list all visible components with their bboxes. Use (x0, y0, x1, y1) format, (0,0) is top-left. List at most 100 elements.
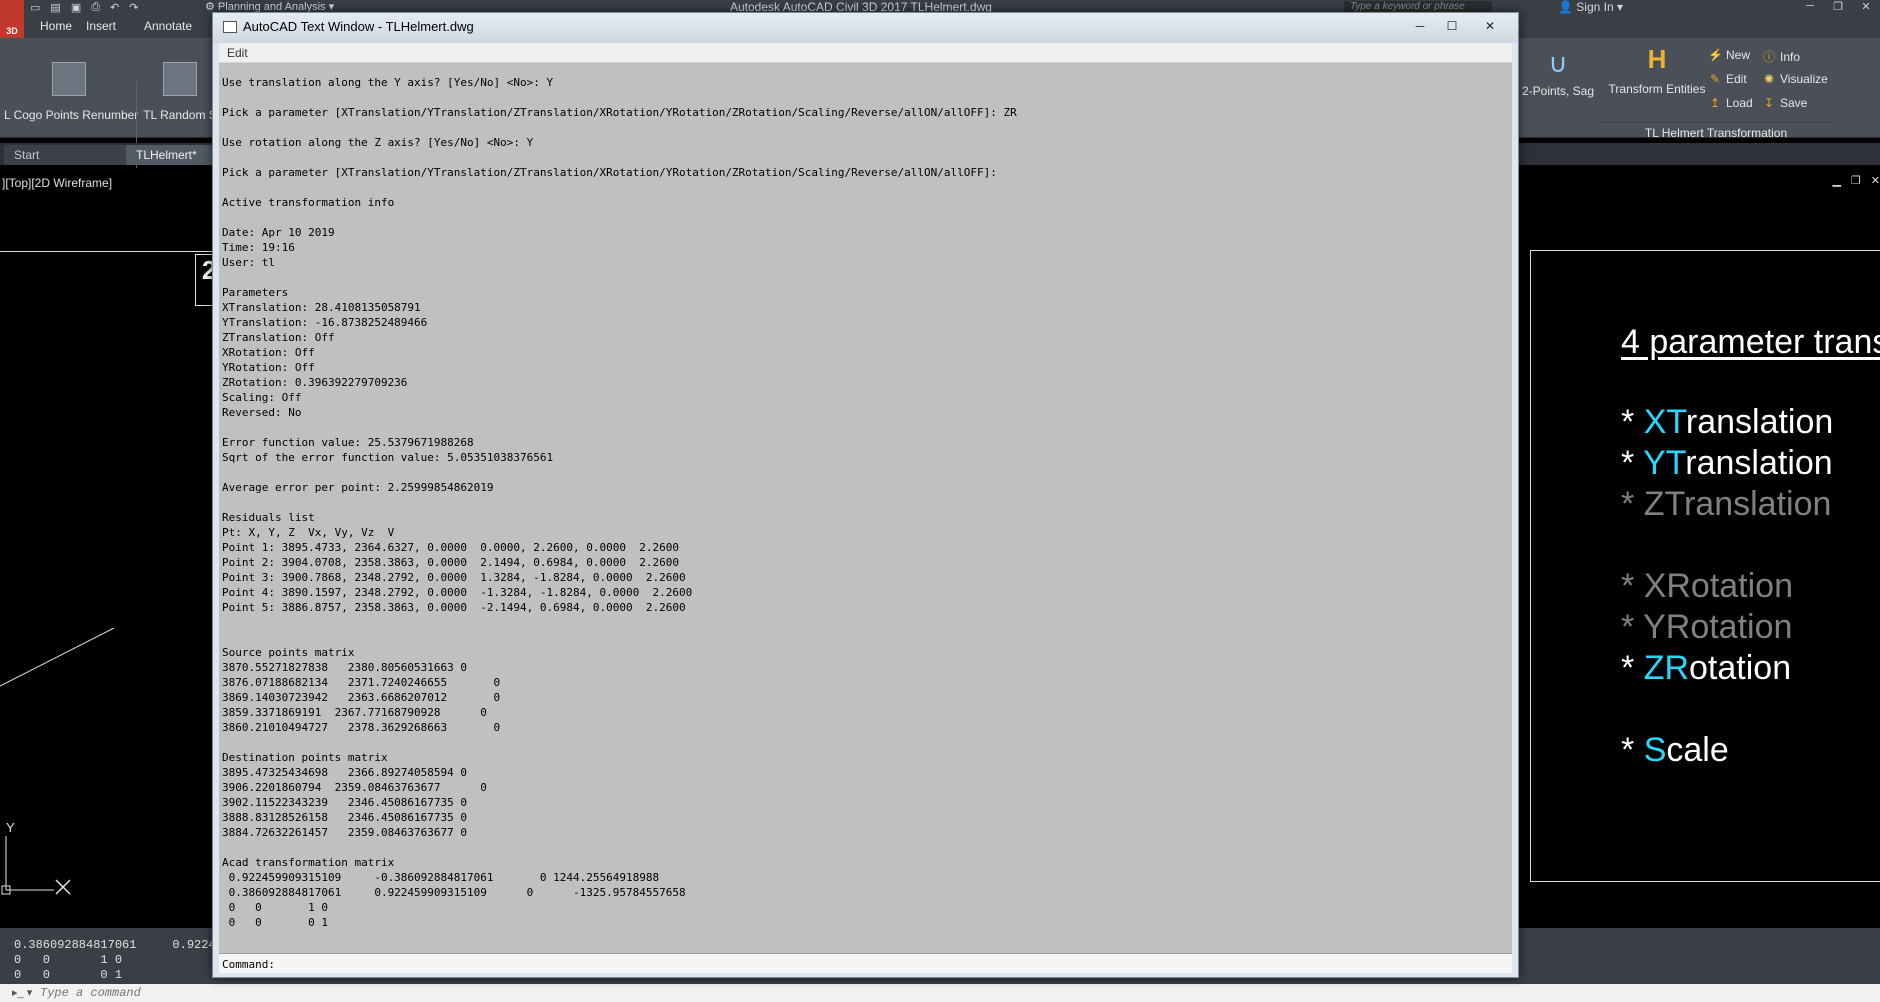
edit-button[interactable]: ✎ Edit (1708, 72, 1747, 86)
output-line: Acad transformation matrix (222, 856, 395, 869)
command-input[interactable] (40, 984, 440, 1002)
pencil-icon: ✎ (1709, 72, 1721, 86)
ucs-icon: Y (1, 820, 71, 895)
save-label: Save (1780, 96, 1808, 110)
output-line: Point 2: 3904.0708, 2358.3863, 0.0000 2.… (222, 556, 679, 569)
slide-title: 4 parameter trans (1621, 323, 1880, 361)
random-tool-icon (163, 62, 197, 96)
app-menu-button[interactable]: 3D (0, 0, 24, 38)
output-line: YRotation: Off (222, 361, 315, 374)
tab-drawing[interactable]: TLHelmert* (126, 145, 216, 165)
viewport-restore-icon[interactable]: ❐ (1851, 174, 1861, 187)
app-window-controls: ─ ❐ ✕ (1796, 0, 1880, 14)
output-line: Residuals list (222, 511, 315, 524)
output-line: Parameters (222, 286, 289, 299)
output-line: 3902.11522343239 2346.45086167735 0 (222, 796, 468, 809)
output-line: Source points matrix (222, 646, 355, 659)
restore-icon[interactable]: ❐ (1824, 0, 1852, 14)
slide-item-highlight: YR (1643, 608, 1691, 646)
output-line: 3895.47325434698 2366.89274058594 0 (222, 766, 468, 779)
maximize-icon[interactable]: ☐ (1438, 17, 1466, 35)
viewport-controls: ▁ ❐ ✕ (1832, 174, 1880, 187)
transform-entities-button[interactable]: H Transform Entities (1602, 38, 1712, 96)
command-prompt-icon[interactable]: ▸_ ▾ (12, 986, 32, 999)
output-line: Pick a parameter [XTranslation/YTranslat… (222, 166, 997, 179)
close-icon[interactable]: ✕ (1852, 0, 1880, 14)
output-line: XRotation: Off (222, 346, 315, 359)
slide-item-text: ranslation (1683, 485, 1832, 523)
slide-item-text: otation (1690, 608, 1793, 646)
history-line: 0 0 0 1 (14, 968, 123, 982)
output-line: Active transformation info (222, 196, 395, 209)
new-button[interactable]: ⚡ New (1708, 48, 1750, 62)
output-line: Use translation along the Y axis? [Yes/N… (222, 76, 554, 89)
output-line: 3860.21010494727 2378.3629268663 0 (222, 721, 501, 734)
slide-item-highlight: XT (1643, 403, 1686, 441)
slide-item-highlight: XR (1643, 567, 1691, 605)
output-line: Destination points matrix (222, 751, 388, 764)
output-line: 3859.3371869191 2367.77168790928 0 (222, 706, 487, 719)
visualize-label: Visualize (1780, 72, 1828, 86)
output-line: 0 0 1 0 (222, 901, 328, 914)
lightning-icon: ⚡ (1708, 48, 1723, 62)
output-line: XTranslation: 28.4108135058791 (222, 301, 421, 314)
load-button[interactable]: ↥ Load (1708, 96, 1753, 110)
load-arrow-icon: ↥ (1709, 96, 1721, 110)
undo-icon[interactable]: ↶ (110, 1, 119, 14)
save-button[interactable]: ↧ Save (1762, 96, 1807, 110)
sign-in-button[interactable]: 👤 Sign In ▾ (1558, 0, 1623, 14)
text-window-command-input[interactable] (285, 955, 1385, 973)
print-icon[interactable]: ⎙ (91, 1, 100, 14)
slide-item-text: ranslation (1685, 403, 1834, 441)
redo-icon[interactable]: ↷ (129, 1, 138, 14)
output-line: Error function value: 25.5379671988268 (222, 436, 474, 449)
history-line: 0.386092884817061 0.9224 (14, 938, 216, 952)
slide-item-highlight: ZR (1643, 649, 1690, 687)
transform-entities-label: Transform Entities (1608, 82, 1706, 96)
cogo-points-renumber-button[interactable]: L Cogo Points Renumber (4, 38, 138, 122)
slide-item-ytranslation: * YTranslation (1621, 444, 1833, 482)
tab-annotate[interactable]: Annotate (144, 19, 192, 33)
slide-item-highlight: S (1643, 731, 1667, 769)
visualize-button[interactable]: ✺ Visualize (1762, 72, 1828, 86)
save-icon[interactable]: ▣ (71, 1, 81, 14)
two-points-sag-label: 2-Points, Sag (1521, 84, 1595, 98)
menu-edit[interactable]: Edit (227, 46, 248, 60)
text-window-menubar: Edit (219, 43, 1512, 63)
viewport-minimize-icon[interactable]: ▁ (1832, 174, 1840, 187)
tab-insert[interactable]: Insert (86, 19, 116, 33)
output-line: Point 5: 3886.8757, 2358.3863, 0.0000 -2… (222, 601, 686, 614)
output-line: Pick a parameter [XTranslation/YTranslat… (222, 106, 1017, 119)
output-line: Point 4: 3890.1597, 2348.2792, 0.0000 -1… (222, 586, 693, 599)
tab-home[interactable]: Home (40, 19, 72, 33)
slide-item-xrotation: * XRotation (1621, 567, 1794, 605)
helmert-icon: H (1647, 44, 1667, 74)
window-icon (223, 21, 237, 33)
text-window-title: AutoCAD Text Window - TLHelmert.dwg (243, 19, 474, 34)
tab-start[interactable]: Start (4, 145, 126, 165)
minimize-icon[interactable]: ─ (1406, 17, 1434, 35)
two-points-sag-button[interactable]: ∪ 2-Points, Sag (1518, 38, 1598, 98)
info-button[interactable]: ⓘ Info (1762, 48, 1800, 65)
viewport-close-icon[interactable]: ✕ (1871, 174, 1880, 187)
sign-in-label: Sign In (1576, 0, 1614, 14)
viewport-label[interactable]: ][Top][2D Wireframe] (2, 176, 112, 190)
load-label: Load (1726, 96, 1753, 110)
text-window-titlebar[interactable]: AutoCAD Text Window - TLHelmert.dwg ─ ☐ … (213, 13, 1518, 43)
output-line: Time: 19:16 (222, 241, 295, 254)
open-folder-icon[interactable]: ▤ (50, 1, 60, 14)
output-line: Sqrt of the error function value: 5.0535… (222, 451, 554, 464)
close-icon[interactable]: ✕ (1470, 17, 1510, 35)
minimize-icon[interactable]: ─ (1796, 0, 1824, 14)
slide-item-text: ranslation (1685, 444, 1833, 482)
new-file-icon[interactable]: ▭ (30, 1, 40, 14)
output-line: Pt: X, Y, Z Vx, Vy, Vz V (222, 526, 395, 539)
output-line: Average error per point: 2.2599985486201… (222, 481, 494, 494)
output-line: Use rotation along the Z axis? [Yes/No] … (222, 136, 534, 149)
text-window-output[interactable]: Use translation along the Y axis? [Yes/N… (219, 63, 1512, 953)
random-tool-button[interactable]: TL Random S (140, 38, 220, 122)
